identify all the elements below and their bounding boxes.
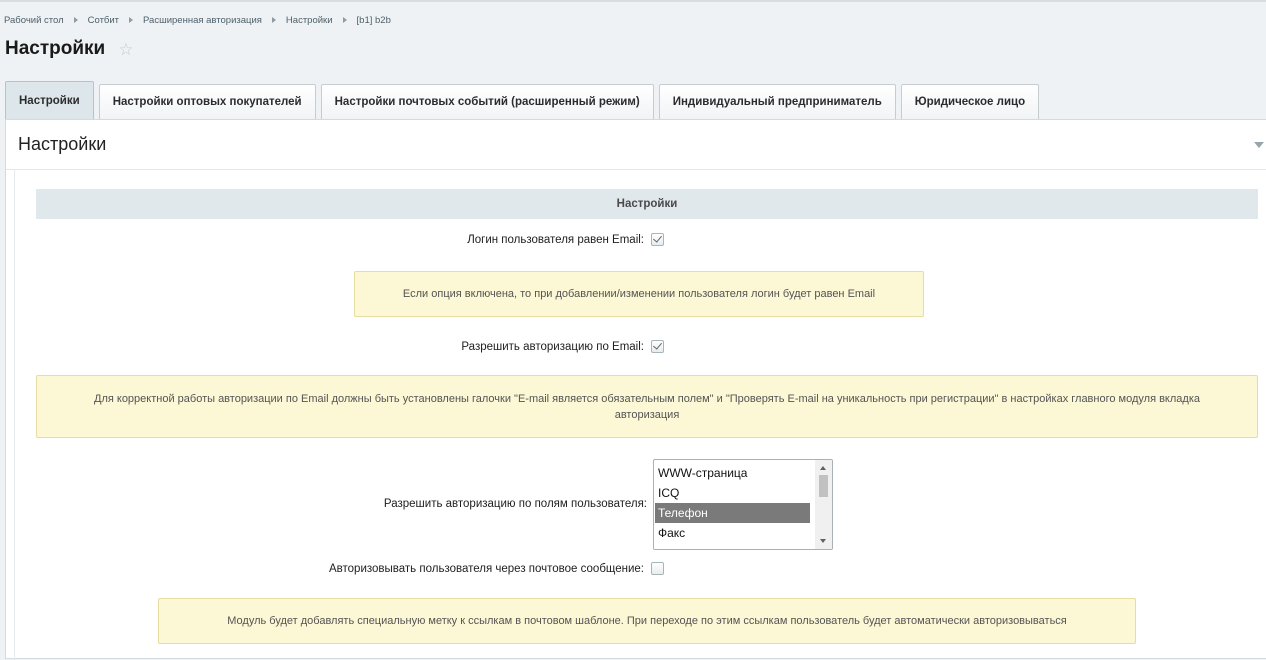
panel-title: Настройки — [18, 134, 107, 154]
panel-body: Настройки Логин пользователя равен Email… — [14, 170, 1266, 660]
listbox-option[interactable]: WWW-страница — [655, 463, 810, 483]
auth-fields-options: WWW-страница ICQ Телефон Факс — [655, 463, 810, 543]
tab-legal-entity[interactable]: Юридическое лицо — [900, 84, 1040, 119]
breadcrumb-item-sotbit[interactable]: Сотбит — [88, 15, 119, 26]
scroll-up-icon[interactable] — [820, 466, 826, 470]
page-title: Настройки — [5, 38, 106, 59]
breadcrumb-separator-icon — [271, 17, 276, 23]
auth-mail-label: Авторизовывать пользователя через почтов… — [329, 562, 644, 575]
listbox-scrollbar[interactable] — [815, 460, 832, 549]
scroll-down-icon[interactable] — [820, 539, 826, 543]
login-email-checkbox[interactable] — [651, 233, 664, 246]
top-border — [0, 0, 1266, 2]
auth-fields-listbox[interactable]: WWW-страница ICQ Телефон Факс — [653, 459, 833, 550]
tab-bar: Настройки Настройки оптовых покупателей … — [5, 81, 1044, 119]
breadcrumb-separator-icon — [73, 17, 78, 23]
listbox-option-selected[interactable]: Телефон — [655, 503, 810, 523]
breadcrumb: Рабочий стол Сотбит Расширенная авториза… — [4, 13, 391, 27]
breadcrumb-item-extended-auth[interactable]: Расширенная авторизация — [143, 15, 262, 26]
breadcrumb-separator-icon — [129, 17, 134, 23]
auth-email-row: Разрешить авторизацию по Email: — [15, 340, 664, 353]
scroll-thumb[interactable] — [819, 475, 828, 497]
auth-mail-row: Авторизовывать пользователя через почтов… — [15, 562, 664, 575]
auth-email-note: Для корректной работы авторизации по Ema… — [36, 375, 1258, 438]
login-email-label: Логин пользователя равен Email: — [467, 233, 644, 246]
page-title-row: Настройки ☆ — [5, 38, 134, 60]
breadcrumb-separator-icon — [342, 17, 347, 23]
login-email-row: Логин пользователя равен Email: — [15, 233, 664, 246]
auth-mail-checkbox[interactable] — [651, 562, 664, 575]
listbox-option[interactable]: ICQ — [655, 483, 810, 503]
auth-email-label: Разрешить авторизацию по Email: — [461, 340, 644, 353]
tab-settings[interactable]: Настройки — [5, 81, 94, 119]
breadcrumb-item-desktop[interactable]: Рабочий стол — [4, 15, 64, 26]
auth-fields-label: Разрешить авторизацию по полям пользоват… — [383, 498, 647, 510]
listbox-option[interactable]: Факс — [655, 523, 810, 543]
auth-fields-row: Разрешить авторизацию по полям пользоват… — [15, 498, 647, 510]
login-email-note: Если опция включена, то при добавлении/и… — [354, 271, 924, 317]
section-heading: Настройки — [36, 189, 1258, 219]
auth-email-checkbox[interactable] — [651, 340, 664, 353]
breadcrumb-item-site[interactable]: [b1] b2b — [357, 15, 391, 26]
auth-mail-note: Модуль будет добавлять специальную метку… — [158, 598, 1136, 644]
star-icon[interactable]: ☆ — [118, 41, 133, 58]
panel-header: Настройки — [6, 120, 1266, 170]
tab-mail-events[interactable]: Настройки почтовых событий (расширенный … — [320, 84, 654, 119]
chevron-down-icon[interactable] — [1254, 142, 1264, 148]
tab-wholesale-buyers[interactable]: Настройки оптовых покупателей — [98, 84, 316, 119]
settings-panel: Настройки Настройки Логин пользователя р… — [5, 119, 1266, 660]
tab-individual-entrepreneur[interactable]: Индивидуальный предприниматель — [658, 84, 896, 119]
breadcrumb-item-settings[interactable]: Настройки — [286, 15, 333, 26]
